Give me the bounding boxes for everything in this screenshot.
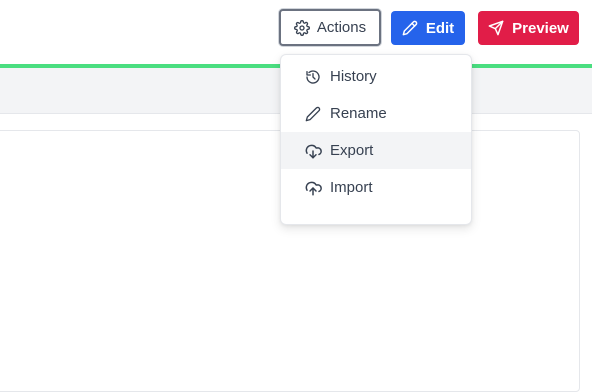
pencil-icon: [304, 105, 322, 123]
paper-plane-icon: [488, 20, 504, 36]
history-icon: [304, 68, 322, 86]
actions-button-label: Actions: [316, 19, 367, 36]
actions-button[interactable]: Actions: [279, 9, 381, 46]
menu-item-label: Export: [330, 142, 374, 159]
gear-icon: [293, 19, 310, 36]
menu-item-export[interactable]: Export: [281, 132, 471, 169]
menu-item-history[interactable]: History: [281, 58, 471, 95]
cloud-download-icon: [304, 142, 322, 160]
preview-button[interactable]: Preview: [478, 11, 579, 45]
actions-dropdown-menu: History Rename Export Import: [280, 54, 472, 225]
edit-button-label: Edit: [425, 19, 455, 37]
preview-button-label: Preview: [512, 19, 569, 37]
menu-item-import[interactable]: Import: [281, 169, 471, 206]
cloud-upload-icon: [304, 179, 322, 197]
menu-item-label: Import: [330, 179, 373, 196]
menu-item-label: History: [330, 68, 377, 85]
edit-button[interactable]: Edit: [391, 11, 465, 45]
menu-item-label: Rename: [330, 105, 387, 122]
menu-item-rename[interactable]: Rename: [281, 95, 471, 132]
pencil-icon: [402, 20, 418, 36]
